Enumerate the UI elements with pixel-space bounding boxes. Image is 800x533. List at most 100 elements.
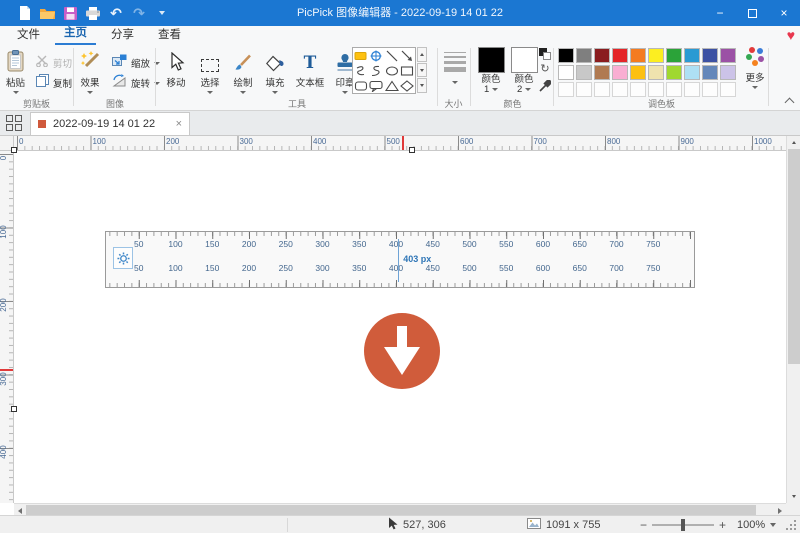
resize-grip[interactable] xyxy=(786,520,796,530)
undo-icon[interactable]: ↶ xyxy=(108,5,124,21)
collapse-ribbon-icon[interactable] xyxy=(785,98,795,108)
scroll-down-icon[interactable] xyxy=(787,490,800,503)
tab-share[interactable]: 分享 xyxy=(102,24,143,45)
canvas[interactable]: 5010015020025030035040045050055060065070… xyxy=(14,151,786,503)
scroll-up-icon[interactable] xyxy=(787,136,800,149)
palette-swatch[interactable] xyxy=(594,65,610,80)
shape-rectangle[interactable] xyxy=(400,63,416,78)
palette-swatch[interactable] xyxy=(630,48,646,63)
open-folder-icon[interactable] xyxy=(39,5,55,21)
palette-swatch-empty[interactable] xyxy=(720,82,736,97)
select-tool-button[interactable]: 选择 xyxy=(194,47,226,94)
palette-swatch[interactable] xyxy=(702,65,718,80)
palette-swatch[interactable] xyxy=(576,65,592,80)
shape-highlight[interactable] xyxy=(353,48,369,63)
palette-swatch-empty[interactable] xyxy=(576,82,592,97)
shape-diamond[interactable] xyxy=(400,78,416,93)
tab-view[interactable]: 查看 xyxy=(149,24,190,45)
zoom-out-button[interactable]: − xyxy=(640,518,647,532)
rotate-button[interactable]: 旋转 xyxy=(112,74,160,92)
move-cursor-icon xyxy=(168,47,185,72)
palette-swatch[interactable] xyxy=(702,48,718,63)
palette-swatch[interactable] xyxy=(720,48,736,63)
palette-swatch-empty[interactable] xyxy=(630,82,646,97)
shape-ellipse[interactable] xyxy=(384,63,400,78)
palette-swatch-empty[interactable] xyxy=(594,82,610,97)
palette-swatch-empty[interactable] xyxy=(648,82,664,97)
gallery-expand[interactable] xyxy=(417,78,427,93)
palette-swatch-empty[interactable] xyxy=(702,82,718,97)
shape-line[interactable] xyxy=(384,48,400,63)
palette-swatch[interactable] xyxy=(594,48,610,63)
fill-tool-button[interactable]: 填充 xyxy=(260,47,290,94)
zoom-slider[interactable] xyxy=(652,524,714,526)
zoom-slider-thumb[interactable] xyxy=(681,519,685,531)
print-icon[interactable] xyxy=(85,5,101,21)
more-colors-icon xyxy=(746,47,764,67)
effects-button[interactable]: 效果 xyxy=(79,47,101,94)
color1-swatch xyxy=(478,47,505,73)
palette-swatch-empty[interactable] xyxy=(612,82,628,97)
shape-crosshair[interactable] xyxy=(369,48,385,63)
h-ruler-number: 400 xyxy=(313,137,326,146)
tab-close-icon[interactable]: × xyxy=(176,118,182,130)
zoom-in-button[interactable]: + xyxy=(719,518,726,532)
selection-handle-left-middle[interactable] xyxy=(11,406,17,412)
palette-swatch[interactable] xyxy=(684,65,700,80)
save-icon[interactable] xyxy=(62,5,78,21)
palette-swatch[interactable] xyxy=(612,48,628,63)
maximize-button[interactable] xyxy=(736,0,768,26)
line-size-button[interactable] xyxy=(442,47,468,84)
shape-scribble[interactable] xyxy=(369,63,385,78)
shape-triangle[interactable] xyxy=(384,78,400,93)
color1-button[interactable]: 颜色 1 xyxy=(476,47,506,95)
tab-file[interactable]: 文件 xyxy=(8,24,49,45)
paste-button[interactable]: 粘贴 xyxy=(6,47,25,94)
palette-swatch[interactable] xyxy=(666,48,682,63)
draw-tool-button[interactable]: 绘制 xyxy=(228,47,258,94)
document-tab[interactable]: 2022-09-19 14 01 22 × xyxy=(30,112,190,135)
vertical-scrollbar[interactable] xyxy=(786,136,800,503)
minimize-button[interactable]: − xyxy=(704,0,736,26)
picpick-window: ↶ ↷ PicPick 图像编辑器 - 2022-09-19 14 01 22 … xyxy=(0,0,800,533)
palette-swatch[interactable] xyxy=(666,65,682,80)
qat-more-icon[interactable] xyxy=(154,5,170,21)
heart-icon[interactable]: ♥ xyxy=(787,28,795,42)
close-button[interactable]: × xyxy=(768,0,800,26)
move-tool-button[interactable]: 移动 xyxy=(160,47,192,89)
swap-colors-icon[interactable] xyxy=(539,48,551,60)
palette-swatch[interactable] xyxy=(558,48,574,63)
new-file-icon[interactable] xyxy=(16,5,32,21)
palette-swatch-empty[interactable] xyxy=(666,82,682,97)
palette-swatch-empty[interactable] xyxy=(558,82,574,97)
reset-colors-icon[interactable]: ↻ xyxy=(540,64,549,75)
shape-curve[interactable] xyxy=(353,63,369,78)
copy-button[interactable]: 复制 xyxy=(36,74,72,92)
palette-swatch-empty[interactable] xyxy=(684,82,700,97)
gallery-scroll-down[interactable] xyxy=(417,63,427,78)
shape-speech-bubble[interactable] xyxy=(369,78,385,93)
textbox-tool-button[interactable]: T 文本框 xyxy=(292,47,328,89)
more-colors-button[interactable]: 更多 xyxy=(741,47,769,89)
palette-swatch[interactable] xyxy=(612,65,628,80)
resize-button[interactable]: 缩放 xyxy=(112,54,160,72)
palette-swatch[interactable] xyxy=(576,48,592,63)
palette-swatch[interactable] xyxy=(720,65,736,80)
palette-swatch[interactable] xyxy=(648,65,664,80)
tab-home[interactable]: 主页 xyxy=(55,22,96,45)
selection-handle-top-middle[interactable] xyxy=(409,147,415,153)
palette-swatch[interactable] xyxy=(630,65,646,80)
cursor-position-value: 527, 306 xyxy=(403,519,446,531)
shape-arrow-line[interactable] xyxy=(400,48,416,63)
zoom-dropdown-caret[interactable] xyxy=(770,523,776,527)
window-list-icon[interactable] xyxy=(6,115,23,131)
color2-button[interactable]: 颜色 2 xyxy=(509,47,539,95)
eyedropper-icon[interactable] xyxy=(539,79,551,97)
selection-handle-top-left[interactable] xyxy=(11,147,17,153)
gallery-scroll-up[interactable] xyxy=(417,47,427,62)
palette-swatch[interactable] xyxy=(558,65,574,80)
palette-swatch[interactable] xyxy=(648,48,664,63)
palette-swatch[interactable] xyxy=(684,48,700,63)
vertical-scrollbar-thumb[interactable] xyxy=(788,149,800,364)
shape-rounded-rectangle[interactable] xyxy=(353,78,369,93)
